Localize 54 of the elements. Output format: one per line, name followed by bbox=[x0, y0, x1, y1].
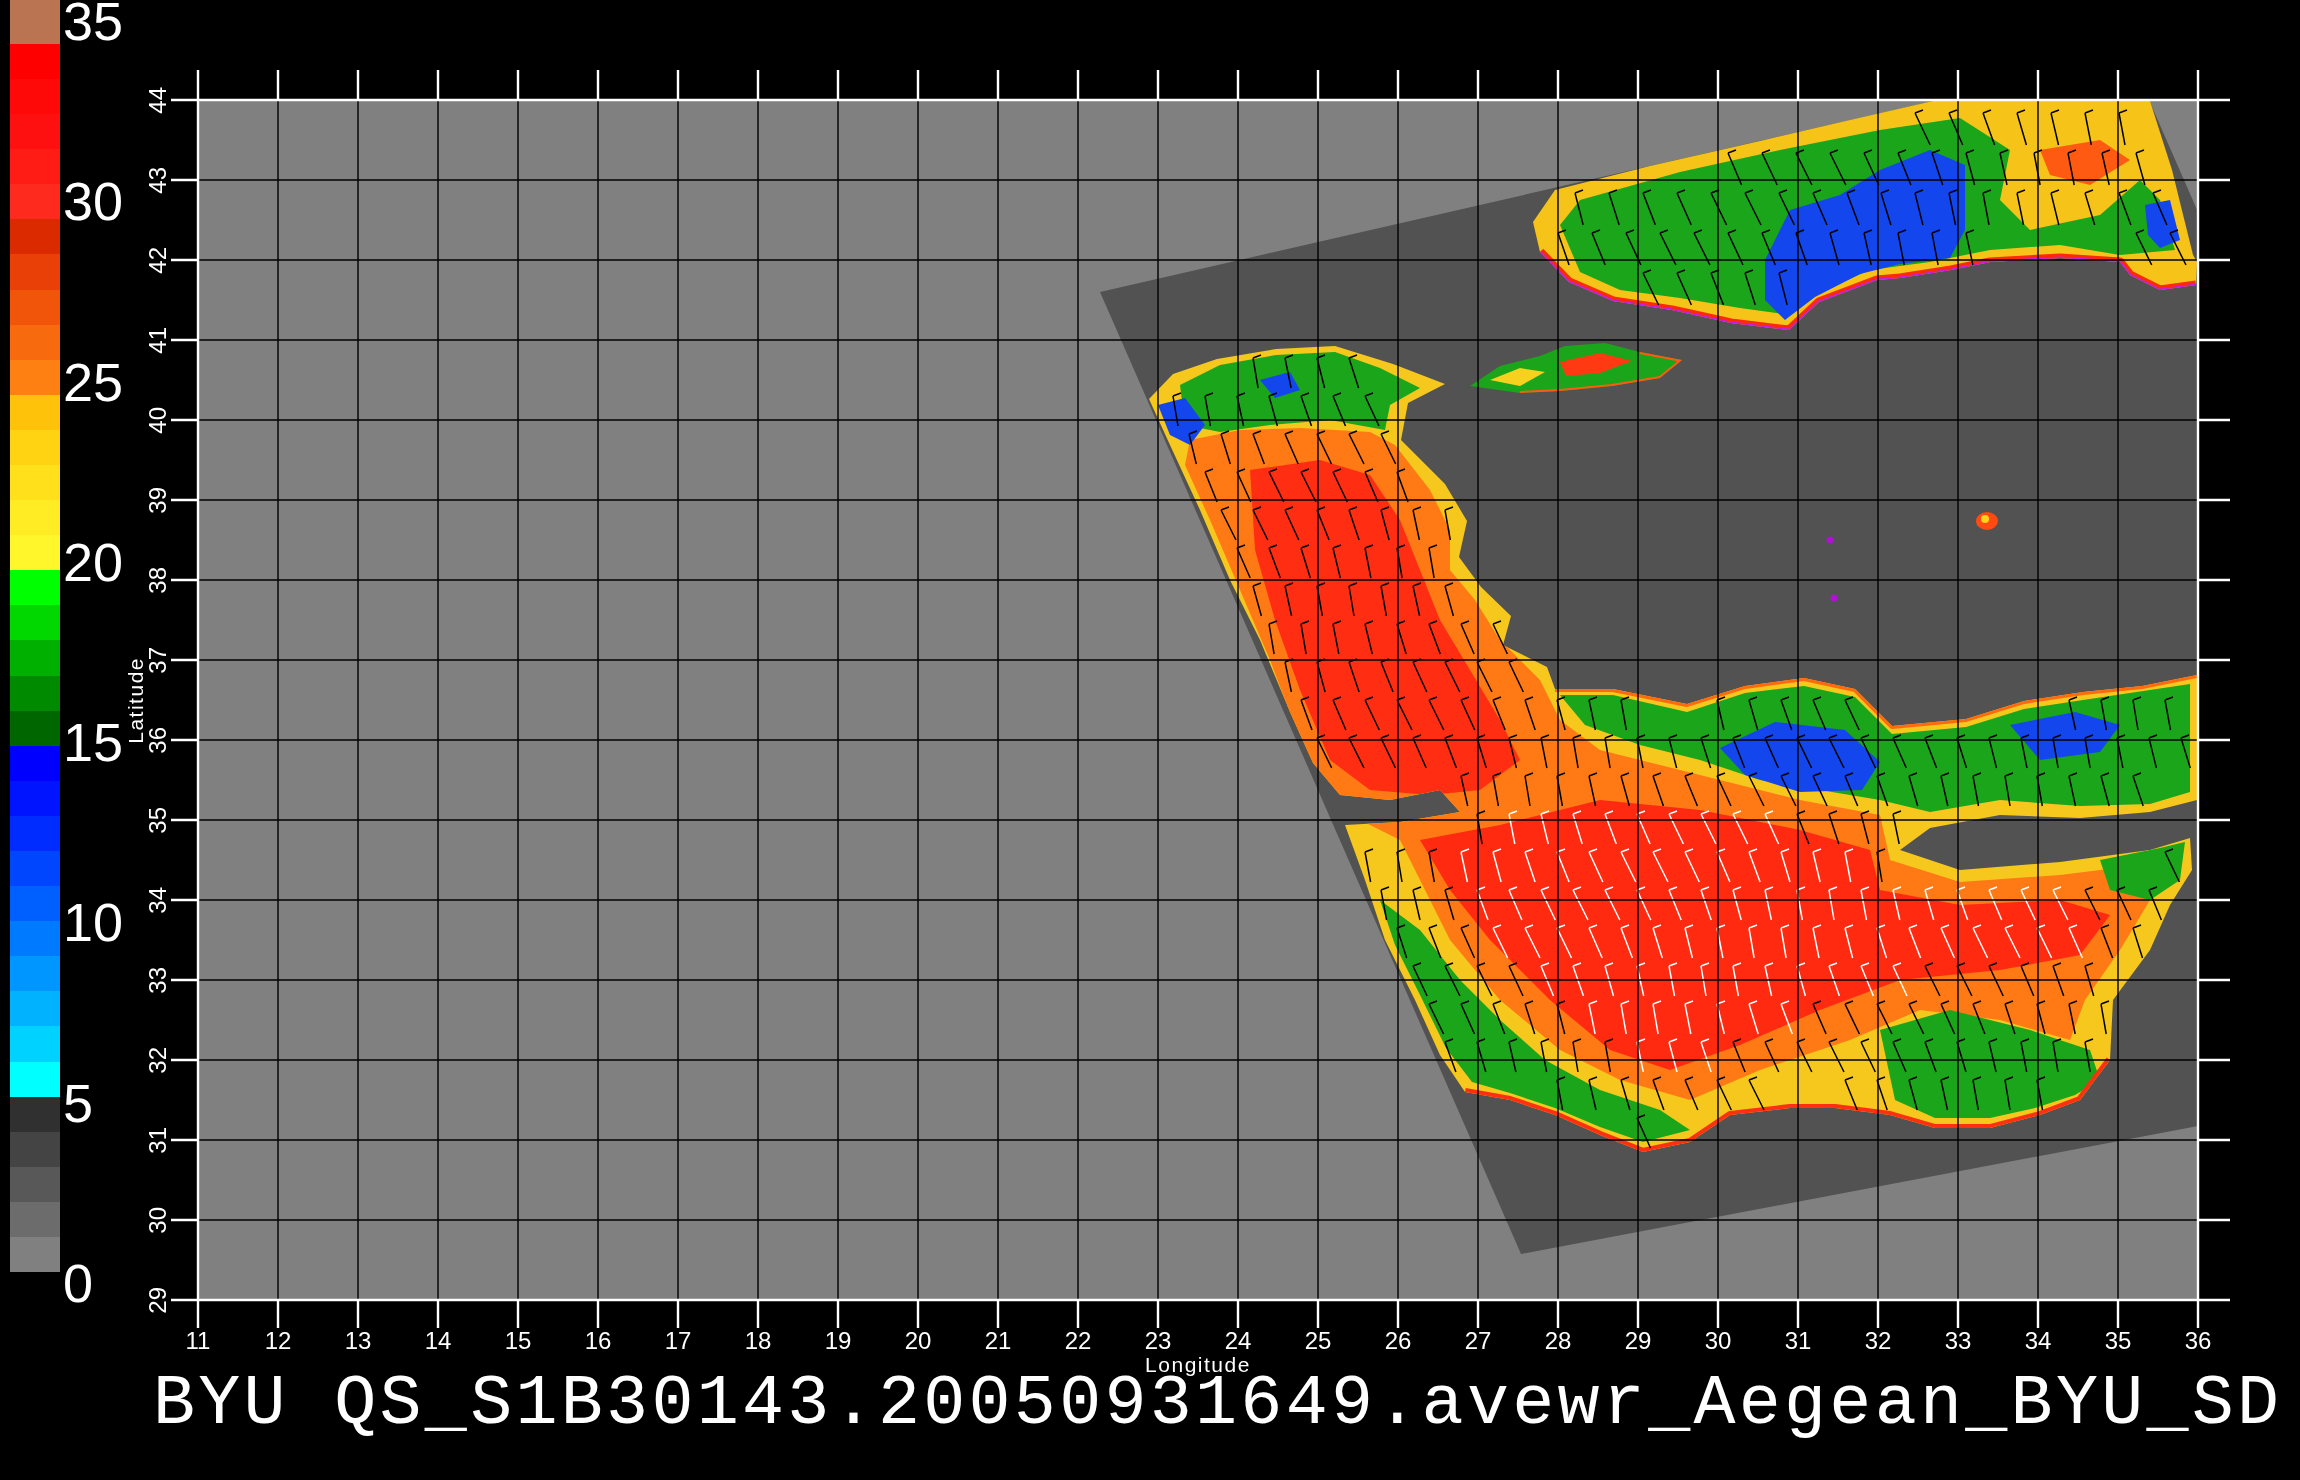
x-tick-label: 23 bbox=[1144, 1329, 1172, 1353]
x-tick-label: 33 bbox=[1944, 1329, 1972, 1353]
x-tick-label: 30 bbox=[1704, 1329, 1732, 1353]
y-tick-label: 31 bbox=[146, 1126, 170, 1154]
x-tick-label: 12 bbox=[264, 1329, 292, 1353]
x-tick-label: 25 bbox=[1304, 1329, 1332, 1353]
x-tick-label: 27 bbox=[1464, 1329, 1492, 1353]
x-tick-label: 11 bbox=[185, 1329, 211, 1353]
x-tick-label: 13 bbox=[344, 1329, 372, 1353]
x-tick-label: 21 bbox=[984, 1329, 1012, 1353]
colorbar-label: 15 bbox=[63, 721, 124, 765]
colorbar-label: 30 bbox=[63, 180, 124, 224]
y-tick-label: 33 bbox=[146, 966, 170, 994]
y-tick-label: 37 bbox=[146, 646, 170, 674]
x-tick-label: 20 bbox=[904, 1329, 932, 1353]
colorbar-label: 35 bbox=[63, 0, 124, 44]
wind-speed-patch bbox=[1976, 512, 1998, 530]
x-tick-label: 34 bbox=[2024, 1329, 2052, 1353]
y-tick-label: 32 bbox=[146, 1046, 170, 1074]
x-tick-label: 24 bbox=[1224, 1329, 1252, 1353]
x-tick-label: 19 bbox=[824, 1329, 852, 1353]
data-speck bbox=[1826, 536, 1834, 544]
x-tick-label: 35 bbox=[2104, 1329, 2132, 1353]
y-tick-label: 39 bbox=[146, 486, 170, 514]
data-speck bbox=[1830, 594, 1838, 602]
colorbar-label: 25 bbox=[63, 360, 124, 404]
y-axis-title: Latitude bbox=[124, 656, 146, 744]
y-tick-label: 36 bbox=[146, 726, 170, 754]
y-tick-label: 42 bbox=[146, 246, 170, 274]
colorbar-label: 0 bbox=[63, 1261, 94, 1305]
x-tick-label: 17 bbox=[664, 1329, 692, 1353]
x-tick-label: 31 bbox=[1784, 1329, 1812, 1353]
x-tick-label: 22 bbox=[1064, 1329, 1092, 1353]
x-tick-label: 36 bbox=[2184, 1329, 2212, 1353]
x-tick-label: 29 bbox=[1624, 1329, 1652, 1353]
x-tick-label: 26 bbox=[1384, 1329, 1412, 1353]
x-tick-label: 18 bbox=[744, 1329, 772, 1353]
y-tick-label: 41 bbox=[146, 326, 170, 354]
colorbar-label: 20 bbox=[63, 540, 124, 584]
x-tick-label: 16 bbox=[584, 1329, 612, 1353]
colorbar-label: 10 bbox=[63, 901, 124, 945]
y-tick-label: 43 bbox=[146, 166, 170, 194]
x-tick-label: 28 bbox=[1544, 1329, 1572, 1353]
x-tick-label: 14 bbox=[424, 1329, 452, 1353]
y-tick-label: 44 bbox=[146, 86, 170, 114]
y-tick-label: 35 bbox=[146, 806, 170, 834]
y-tick-label: 29 bbox=[146, 1286, 170, 1314]
y-tick-label: 40 bbox=[146, 406, 170, 434]
colorbar-label: 5 bbox=[63, 1081, 94, 1125]
y-tick-label: 38 bbox=[146, 566, 170, 594]
y-tick-label: 30 bbox=[146, 1206, 170, 1234]
x-tick-label: 15 bbox=[504, 1329, 532, 1353]
x-tick-label: 32 bbox=[1864, 1329, 1892, 1353]
y-tick-label: 34 bbox=[146, 886, 170, 914]
